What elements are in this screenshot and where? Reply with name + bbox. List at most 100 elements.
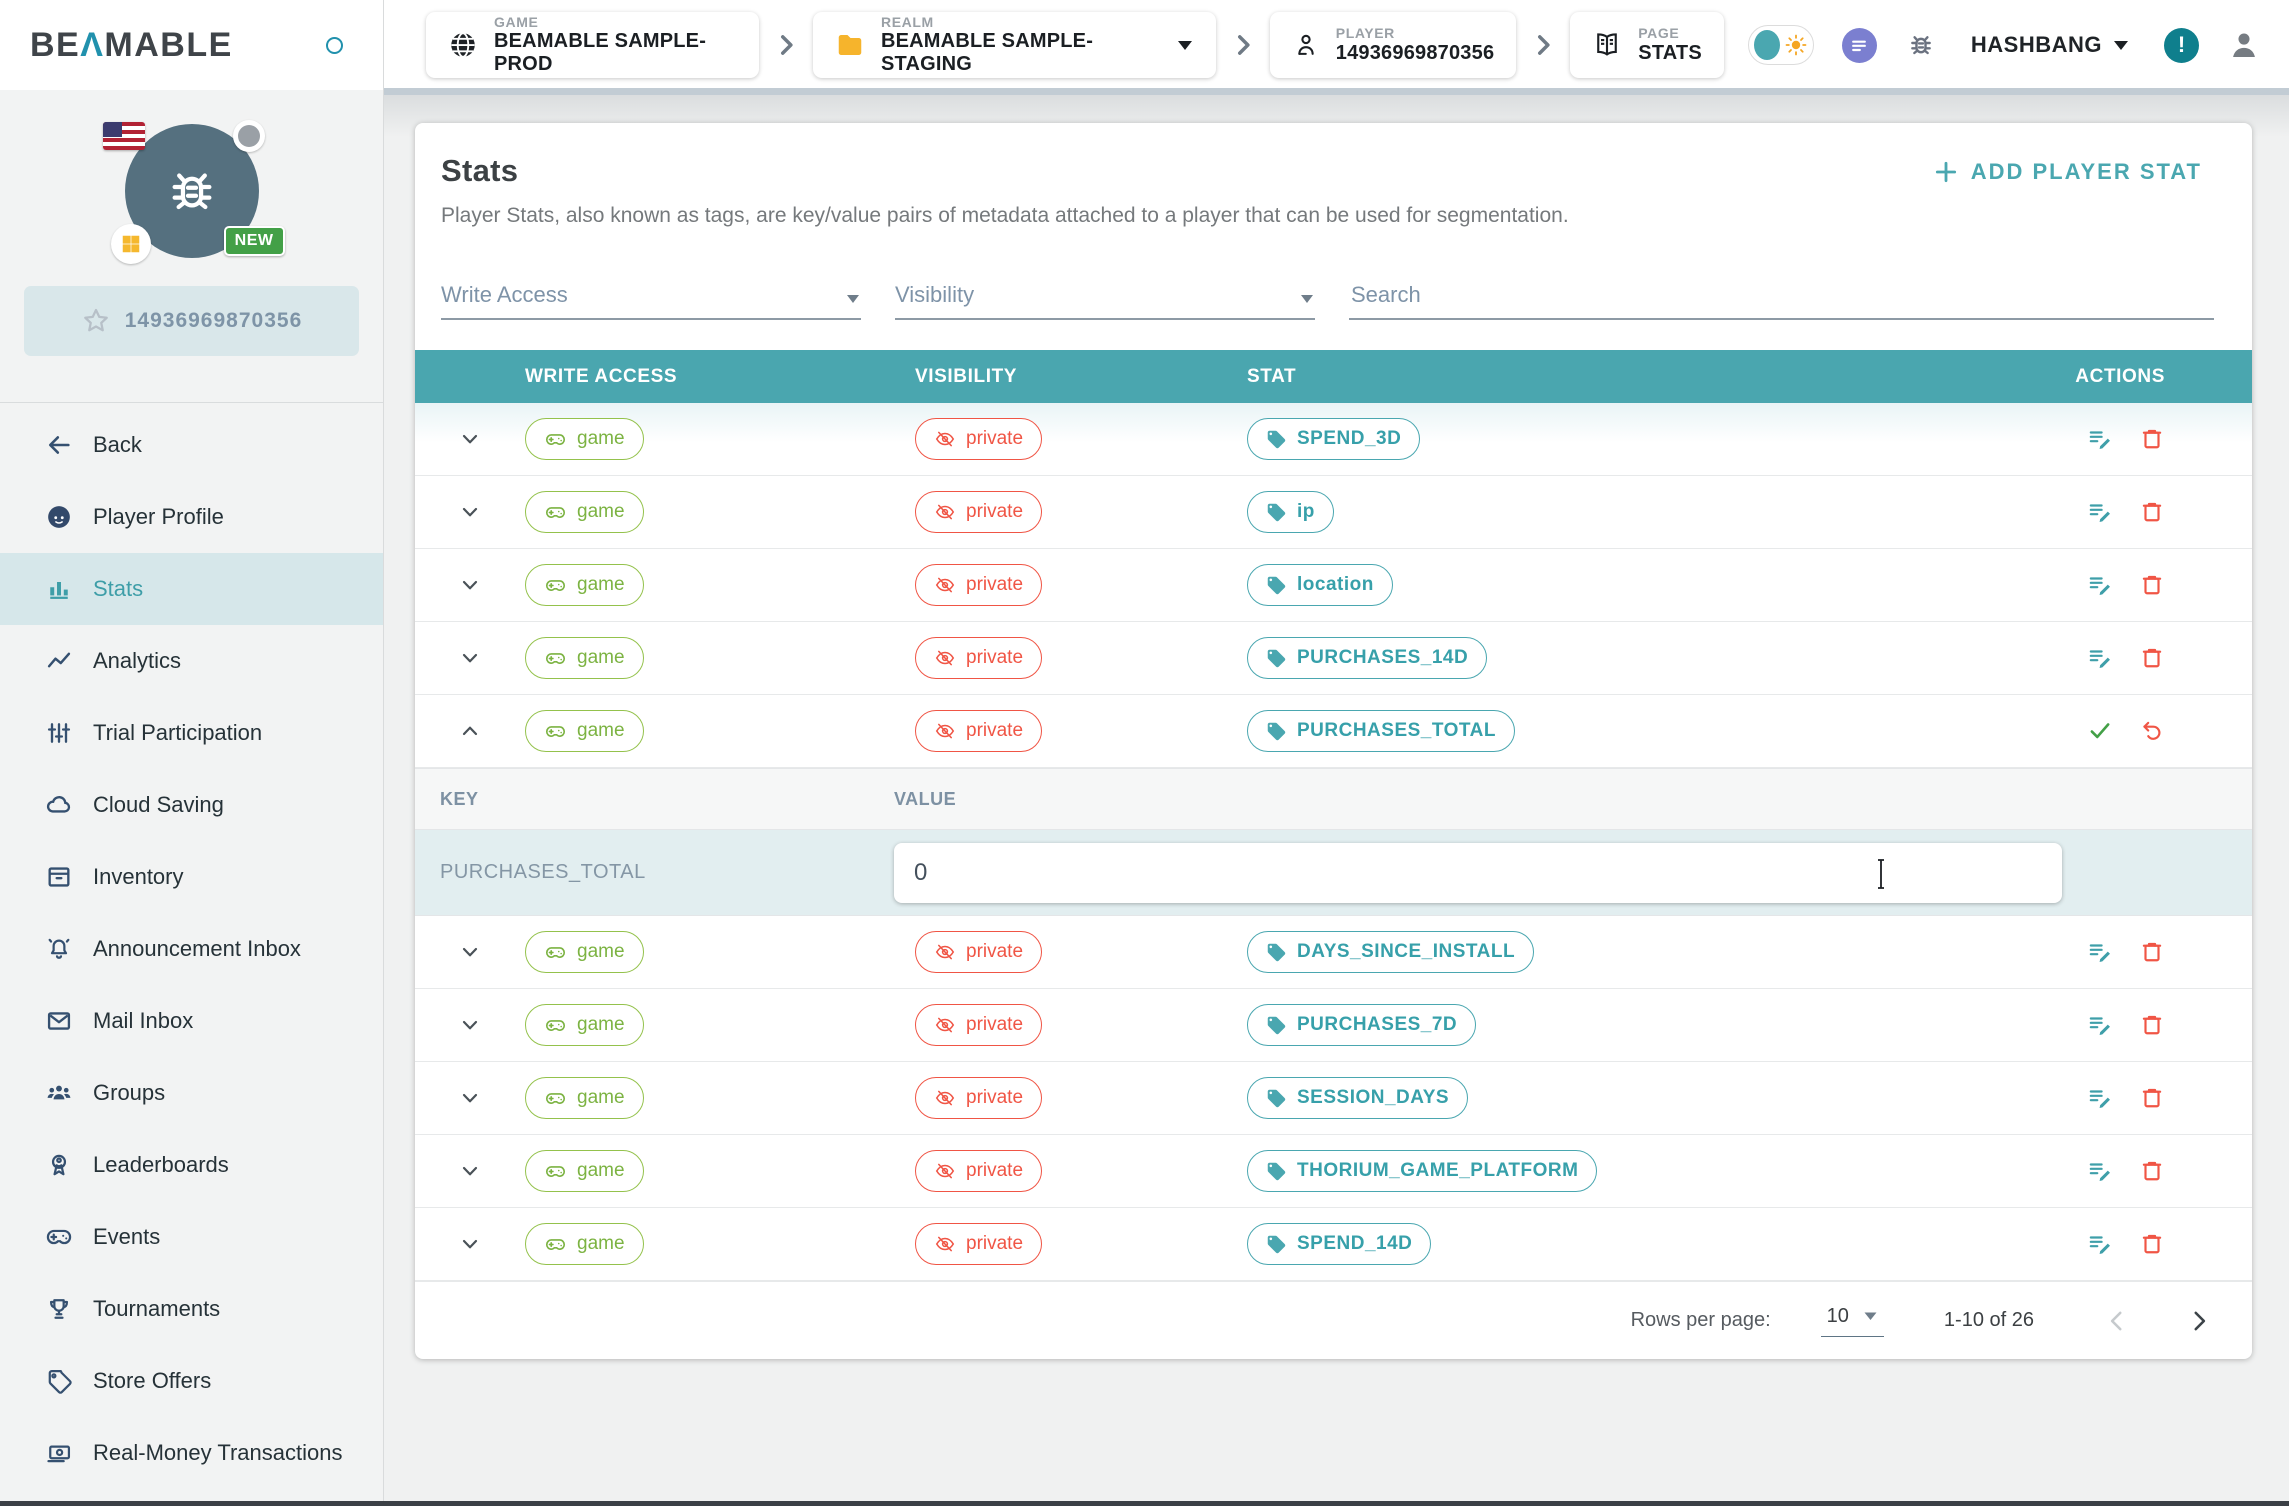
expand-row-button[interactable] bbox=[458, 719, 482, 743]
sidebar-item-tournaments[interactable]: Tournaments bbox=[0, 1273, 383, 1345]
topbar-actions: HASHBANG ! bbox=[1748, 25, 2261, 65]
sidebar-item-leaderboards[interactable]: Leaderboards bbox=[0, 1129, 383, 1201]
theme-toggle[interactable] bbox=[1748, 25, 1814, 65]
trash-icon bbox=[2139, 1231, 2165, 1257]
delete-stat-button[interactable] bbox=[2139, 572, 2165, 598]
edit-stat-button[interactable] bbox=[2087, 1231, 2113, 1257]
player-id-box[interactable]: 14936969870356 bbox=[24, 286, 359, 356]
sidebar-item-store-offers[interactable]: Store Offers bbox=[0, 1345, 383, 1417]
chevron-down-icon bbox=[845, 293, 861, 304]
write-access-chip: game bbox=[525, 1077, 644, 1119]
sidebar-item-stats[interactable]: Stats bbox=[0, 553, 383, 625]
chevron-left-icon bbox=[2104, 1308, 2130, 1334]
expand-row-button[interactable] bbox=[458, 1013, 482, 1037]
breadcrumb-realm-chip[interactable]: REALMBEAMABLE SAMPLE-STAGING bbox=[813, 12, 1216, 78]
chevron-down-icon bbox=[458, 646, 482, 670]
org-selector[interactable]: HASHBANG bbox=[1971, 32, 2130, 58]
expand-row-button[interactable] bbox=[458, 1232, 482, 1256]
page-range: 1-10 of 26 bbox=[1944, 1309, 2034, 1332]
tag-icon bbox=[1266, 502, 1287, 523]
chevron-down-icon bbox=[1299, 293, 1315, 304]
value-header: VALUE bbox=[894, 789, 956, 810]
eye-off-icon bbox=[934, 941, 956, 963]
edit-stat-button[interactable] bbox=[2087, 1158, 2113, 1184]
stat-value-input[interactable]: 0 bbox=[894, 843, 2062, 903]
sidebar-item-player-profile[interactable]: Player Profile bbox=[0, 481, 383, 553]
delete-stat-button[interactable] bbox=[2139, 1231, 2165, 1257]
edit-stat-button[interactable] bbox=[2087, 1085, 2113, 1111]
gamepad-icon bbox=[44, 1223, 74, 1251]
edit-stat-button[interactable] bbox=[2087, 426, 2113, 452]
breadcrumb-player-chip[interactable]: PLAYER14936969870356 bbox=[1270, 12, 1517, 78]
delete-stat-button[interactable] bbox=[2139, 645, 2165, 671]
archive-icon bbox=[44, 863, 74, 891]
expand-row-button[interactable] bbox=[458, 1086, 482, 1110]
changelog-menu-icon[interactable] bbox=[1842, 28, 1877, 63]
person-icon bbox=[1292, 31, 1320, 59]
tag-icon bbox=[1266, 1088, 1287, 1109]
breadcrumb-page-chip[interactable]: PAGESTATS bbox=[1570, 12, 1724, 78]
add-player-stat-button[interactable]: ADD PLAYER STAT bbox=[1933, 159, 2202, 185]
bug-report-icon[interactable] bbox=[1905, 29, 1937, 61]
sidebar-item-announcement-inbox[interactable]: Announcement Inbox bbox=[0, 913, 383, 985]
gamepad-icon bbox=[544, 1014, 567, 1037]
sidebar-item-real-money-transactions[interactable]: Real-Money Transactions bbox=[0, 1417, 383, 1489]
stat-chip: SPEND_14D bbox=[1247, 1223, 1431, 1265]
breadcrumb-game-chip[interactable]: GAMEBEAMABLE SAMPLE-PROD bbox=[426, 12, 759, 78]
next-page-button[interactable] bbox=[2186, 1308, 2212, 1334]
tag-icon bbox=[1266, 429, 1287, 450]
edit-stat-button[interactable] bbox=[2087, 499, 2113, 525]
write-access-chip: game bbox=[525, 491, 644, 533]
sidebar-item-trial-participation[interactable]: Trial Participation bbox=[0, 697, 383, 769]
sidebar-item-mail-inbox[interactable]: Mail Inbox bbox=[0, 985, 383, 1057]
chevron-right-icon bbox=[1530, 32, 1556, 58]
sidebar-toggle-icon[interactable] bbox=[326, 37, 343, 54]
search-field bbox=[1349, 266, 2214, 320]
visibility-chip: private bbox=[915, 1077, 1042, 1119]
breadcrumb: GAMEBEAMABLE SAMPLE-PROD REALMBEAMABLE S… bbox=[426, 12, 1724, 78]
expand-row-button[interactable] bbox=[458, 427, 482, 451]
rows-per-page-select[interactable]: 10 bbox=[1821, 1305, 1884, 1337]
expand-row-button[interactable] bbox=[458, 500, 482, 524]
edit-stat-button[interactable] bbox=[2087, 939, 2113, 965]
table-row: game private bbox=[415, 695, 2252, 768]
folder-icon bbox=[835, 30, 865, 60]
sidebar-item-back[interactable]: Back bbox=[0, 409, 383, 481]
chevron-up-icon bbox=[458, 719, 482, 743]
expand-row-button[interactable] bbox=[458, 940, 482, 964]
previous-page-button[interactable] bbox=[2104, 1308, 2130, 1334]
write-access-filter[interactable]: Write Access bbox=[441, 266, 861, 320]
search-input[interactable] bbox=[1349, 282, 2214, 318]
account-icon[interactable] bbox=[2227, 28, 2261, 62]
delete-stat-button[interactable] bbox=[2139, 939, 2165, 965]
horizontal-scrollbar[interactable] bbox=[384, 88, 2289, 95]
tag-icon bbox=[1266, 1161, 1287, 1182]
expand-row-button[interactable] bbox=[458, 646, 482, 670]
delete-stat-button[interactable] bbox=[2139, 1158, 2165, 1184]
delete-stat-button[interactable] bbox=[2139, 499, 2165, 525]
stat-chip: SESSION_DAYS bbox=[1247, 1077, 1468, 1119]
gamepad-icon bbox=[544, 428, 567, 451]
visibility-filter[interactable]: Visibility bbox=[895, 266, 1315, 320]
edit-stat-button[interactable] bbox=[2087, 645, 2113, 671]
expand-row-button[interactable] bbox=[458, 573, 482, 597]
sidebar-item-groups[interactable]: Groups bbox=[0, 1057, 383, 1129]
delete-stat-button[interactable] bbox=[2139, 426, 2165, 452]
delete-stat-button[interactable] bbox=[2139, 1085, 2165, 1111]
revert-edit-button[interactable] bbox=[2139, 718, 2165, 744]
sidebar-item-inventory[interactable]: Inventory bbox=[0, 841, 383, 913]
alert-icon[interactable]: ! bbox=[2164, 28, 2199, 63]
star-icon[interactable] bbox=[81, 306, 111, 336]
sidebar-item-cloud-saving[interactable]: Cloud Saving bbox=[0, 769, 383, 841]
visibility-chip: private bbox=[915, 1004, 1042, 1046]
sidebar-item-analytics[interactable]: Analytics bbox=[0, 625, 383, 697]
expand-row-button[interactable] bbox=[458, 1159, 482, 1183]
edit-stat-button[interactable] bbox=[2087, 572, 2113, 598]
sidebar-item-events[interactable]: Events bbox=[0, 1201, 383, 1273]
confirm-edit-button[interactable] bbox=[2087, 718, 2113, 744]
delete-stat-button[interactable] bbox=[2139, 1012, 2165, 1038]
chevron-down-icon bbox=[458, 500, 482, 524]
write-access-chip: game bbox=[525, 637, 644, 679]
edit-stat-button[interactable] bbox=[2087, 1012, 2113, 1038]
table-row: game private bbox=[415, 622, 2252, 695]
